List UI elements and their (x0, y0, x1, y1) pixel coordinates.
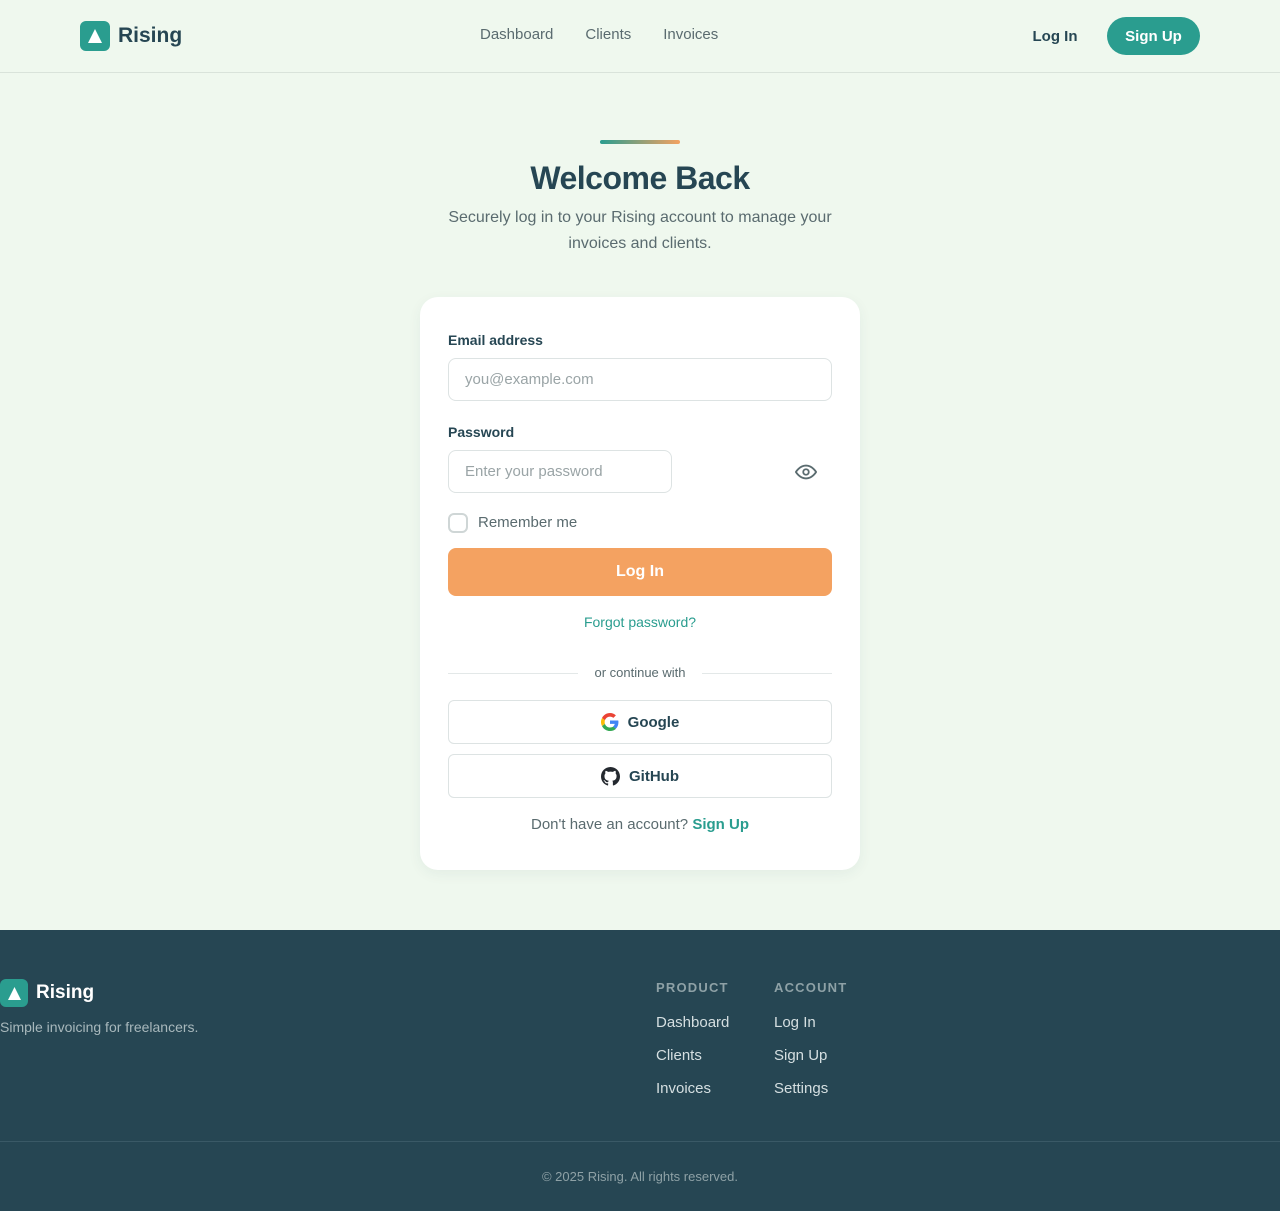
nav-invoices[interactable]: Invoices (663, 26, 718, 43)
logo-triangle-icon (80, 21, 110, 51)
accent-bar (600, 140, 680, 144)
main-nav: Dashboard Clients Invoices (480, 26, 750, 43)
footer-brand-name: Rising (36, 982, 95, 1003)
signup-prompt-text: Don't have an account? (531, 816, 689, 833)
signup-link[interactable]: Sign Up (692, 816, 749, 833)
page-title: Welcome Back (530, 160, 750, 196)
password-input[interactable] (448, 450, 672, 493)
forgot-password-label[interactable]: Forgot password? (584, 614, 696, 630)
github-icon (601, 766, 620, 786)
login-card: Email address Password Remember me Log I… (420, 297, 860, 870)
footer-link-invoices[interactable]: Invoices (656, 1080, 729, 1097)
site-footer: Rising Simple invoicing for freelancers.… (0, 930, 1280, 1211)
nav-dashboard[interactable]: Dashboard (480, 26, 553, 43)
footer-link-clients[interactable]: Clients (656, 1047, 729, 1064)
divider-line-right (702, 673, 832, 674)
email-label: Email address (448, 332, 543, 348)
brand-name: Rising (118, 24, 183, 47)
footer-logo-triangle-icon (0, 979, 28, 1007)
nav-clients[interactable]: Clients (585, 26, 631, 43)
footer-divider (0, 1141, 1280, 1142)
google-login-button[interactable]: Google (448, 700, 832, 744)
footer-column-title: PRODUCT (656, 980, 729, 995)
page-subtitle: Securely log in to your Rising account t… (448, 209, 832, 252)
footer-link-signup[interactable]: Sign Up (774, 1047, 847, 1064)
brand-logo-link[interactable]: Rising (80, 21, 182, 51)
remember-me-checkbox[interactable] (448, 513, 468, 533)
site-header: Rising Dashboard Clients Invoices Log In… (0, 0, 1280, 73)
forgot-password-link[interactable]: Forgot password? (420, 614, 860, 630)
github-login-button[interactable]: GitHub (448, 754, 832, 798)
footer-tagline: Simple invoicing for freelancers. (0, 1019, 199, 1035)
footer-column-product: PRODUCT Dashboard Clients Invoices (656, 980, 729, 1113)
footer-brand[interactable]: Rising (0, 979, 94, 1007)
copyright-text: © 2025 Rising. All rights reserved. (541, 1169, 738, 1184)
login-submit-button[interactable]: Log In (448, 548, 832, 596)
header-signup-button[interactable]: Sign Up (1107, 17, 1200, 55)
google-icon (600, 713, 619, 731)
footer-link-dashboard[interactable]: Dashboard (656, 1014, 729, 1031)
footer-link-login[interactable]: Log In (774, 1014, 847, 1031)
password-label: Password (448, 424, 515, 440)
google-label: Google (627, 713, 680, 731)
footer-link-settings[interactable]: Settings (774, 1080, 847, 1097)
email-input[interactable] (448, 358, 832, 401)
footer-column-title: ACCOUNT (774, 980, 848, 995)
github-label: GitHub (629, 767, 679, 785)
signup-prompt: Don't have an account? Sign Up (420, 816, 860, 833)
eye-icon[interactable] (794, 460, 818, 484)
footer-column-account: ACCOUNT Log In Sign Up Settings (774, 980, 847, 1113)
header-login-button[interactable]: Log In (1020, 17, 1090, 55)
or-divider: or continue with (448, 664, 832, 680)
remember-me-label[interactable]: Remember me (478, 514, 577, 531)
